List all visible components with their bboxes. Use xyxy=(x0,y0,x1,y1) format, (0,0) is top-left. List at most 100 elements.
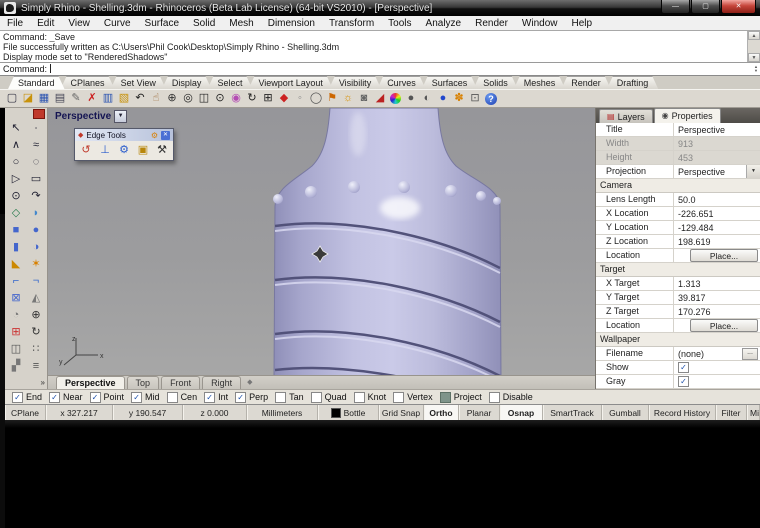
toolbar-tab-viewport-layout[interactable]: Viewport Layout xyxy=(248,76,332,89)
menu-mesh[interactable]: Mesh xyxy=(222,18,260,29)
property-value-x-target[interactable]: 1.313 xyxy=(674,277,760,290)
osnap-checkbox-perp[interactable]: ✓ xyxy=(235,392,246,403)
split-edge-icon[interactable]: ⊥ xyxy=(97,143,113,158)
polygon-icon[interactable]: ▷ xyxy=(7,171,26,188)
new-viewport-tab-icon[interactable]: ◆ xyxy=(243,377,256,389)
solid-sphere-icon[interactable]: ● xyxy=(27,222,46,239)
toolbar-tab-select[interactable]: Select xyxy=(207,76,252,89)
osnap-checkbox-quad[interactable] xyxy=(311,392,322,403)
osnap-checkbox-int[interactable]: ✓ xyxy=(204,392,215,403)
mirror-icon[interactable]: ◫ xyxy=(7,341,26,358)
osnap-checkbox-project[interactable] xyxy=(440,392,451,403)
osnap-near[interactable]: ✓Near xyxy=(49,392,83,403)
rotate-icon[interactable]: ↻ xyxy=(27,324,46,341)
panel-tab-properties[interactable]: ◉Properties xyxy=(654,108,721,123)
toolbar-tab-visibility[interactable]: Visibility xyxy=(329,76,381,89)
osnap-checkbox-vertex[interactable] xyxy=(393,392,404,403)
toggle-ortho[interactable]: Ortho xyxy=(424,405,459,420)
zoom-selected-icon[interactable]: ◉ xyxy=(228,91,244,106)
status-x-327-217[interactable]: x 327.217 xyxy=(46,405,113,420)
viewport-title-label[interactable]: Perspective xyxy=(55,111,111,122)
zoom-dynamic-icon[interactable]: ⊙ xyxy=(212,91,228,106)
place-button[interactable]: Place... xyxy=(690,249,758,262)
circle-center-icon[interactable]: ⊙ xyxy=(7,188,26,205)
close-button[interactable]: ✕ xyxy=(721,0,756,14)
command-input[interactable]: Command: ▲ ▼ xyxy=(0,63,760,77)
property-value-y-location[interactable]: -129.484 xyxy=(674,221,760,234)
viewport-tab-top[interactable]: Top xyxy=(127,376,160,389)
status-cplane[interactable]: CPlane xyxy=(5,405,46,420)
toolbar-tab-surfaces[interactable]: Surfaces xyxy=(422,76,478,89)
help-icon[interactable]: ? xyxy=(485,93,497,105)
rotate-view-icon[interactable]: ↻ xyxy=(244,91,260,106)
join-edges-icon[interactable]: ▣ xyxy=(135,143,151,158)
command-spinner[interactable]: ▲ ▼ xyxy=(754,65,758,73)
more-tools-button[interactable]: » xyxy=(41,378,45,387)
property-value-title[interactable]: Perspective xyxy=(674,123,760,136)
viewport-tab-front[interactable]: Front xyxy=(161,376,200,389)
palette-close-icon[interactable]: ✕ xyxy=(161,131,170,140)
new-file-icon[interactable]: ▢ xyxy=(4,91,20,106)
menu-file[interactable]: File xyxy=(0,18,30,29)
named-view-icon[interactable]: ◆ xyxy=(276,91,292,106)
surface-plane-icon[interactable]: ◇ xyxy=(7,205,26,222)
array-icon[interactable]: ∷ xyxy=(27,341,46,358)
toolbar-tab-meshes[interactable]: Meshes xyxy=(514,76,566,89)
lamp-icon[interactable]: ☼ xyxy=(340,91,356,106)
toolbar-tab-render[interactable]: Render xyxy=(561,76,611,89)
osnap-project[interactable]: Project xyxy=(440,392,482,403)
menu-help[interactable]: Help xyxy=(565,18,600,29)
property-value-y-target[interactable]: 39.817 xyxy=(674,291,760,304)
toolbar-tab-display[interactable]: Display xyxy=(162,76,212,89)
osnap-perp[interactable]: ✓Perp xyxy=(235,392,268,403)
title-bar[interactable]: Simply Rhino - Shelling.3dm - Rhinoceros… xyxy=(0,0,760,16)
viewport-tab-right[interactable]: Right xyxy=(202,376,241,389)
undo-icon[interactable]: ↶ xyxy=(132,91,148,106)
toolbar-tab-set-view[interactable]: Set View xyxy=(111,76,166,89)
split-icon[interactable]: ¬ xyxy=(27,273,46,290)
menu-transform[interactable]: Transform xyxy=(322,18,381,29)
toggle-planar[interactable]: Planar xyxy=(459,405,500,420)
show-edges-icon[interactable]: ↺ xyxy=(78,143,94,158)
menu-dimension[interactable]: Dimension xyxy=(261,18,322,29)
viewport-menu-arrow-icon[interactable]: ▼ xyxy=(114,110,127,123)
osnap-tan[interactable]: Tan xyxy=(275,392,304,403)
osnap-checkbox-disable[interactable] xyxy=(489,392,500,403)
checkbox-gray[interactable]: ✓ xyxy=(678,376,689,387)
render-preview-icon[interactable]: ● xyxy=(403,91,419,106)
boolean-union-icon[interactable]: ⊠ xyxy=(7,290,26,307)
osnap-checkbox-end[interactable]: ✓ xyxy=(12,392,23,403)
export-icon[interactable]: ✎ xyxy=(68,91,84,106)
explode-icon[interactable]: ✶ xyxy=(27,256,46,273)
status-bottle[interactable]: Bottle xyxy=(318,405,379,420)
palette-gear-icon[interactable]: ⚙ xyxy=(151,131,158,140)
viewport-layout-icon[interactable]: ⊞ xyxy=(260,91,276,106)
toolbar-tab-drafting[interactable]: Drafting xyxy=(607,76,659,89)
environment-icon[interactable]: ● xyxy=(435,91,451,106)
menu-edit[interactable]: Edit xyxy=(30,18,61,29)
command-history[interactable]: Command: _SaveFile successfully written … xyxy=(0,31,760,63)
maximize-button[interactable]: ▢ xyxy=(691,0,720,14)
toggle-grid-snap[interactable]: Grid Snap xyxy=(379,405,424,420)
spinner-down-icon[interactable]: ▼ xyxy=(754,69,758,73)
render-preview-window-icon[interactable]: ◐ xyxy=(419,91,435,106)
hatch-icon[interactable]: ▞ xyxy=(7,358,26,375)
toolbar-tab-standard[interactable]: Standard xyxy=(8,76,65,89)
toggle-minutes-from-last-s[interactable]: Minutes from last s... xyxy=(747,405,760,420)
osnap-checkbox-point[interactable]: ✓ xyxy=(90,392,101,403)
set-view-icon[interactable]: ◯ xyxy=(308,91,324,106)
toggle-record-history[interactable]: Record History xyxy=(649,405,716,420)
osnap-cen[interactable]: Cen xyxy=(167,392,198,403)
osnap-checkbox-knot[interactable] xyxy=(354,392,365,403)
minimize-button[interactable]: — xyxy=(661,0,690,14)
walkabout-icon[interactable]: ⚑ xyxy=(324,91,340,106)
osnap-checkbox-tan[interactable] xyxy=(275,392,286,403)
status-millimeters[interactable]: Millimeters xyxy=(247,405,318,420)
scroll-up-icon[interactable]: ▲ xyxy=(748,31,760,40)
fillet-edge-icon[interactable]: ◣ xyxy=(7,256,26,273)
property-value-z-target[interactable]: 170.276 xyxy=(674,305,760,318)
osnap-mid[interactable]: ✓Mid xyxy=(131,392,160,403)
render-icon[interactable]: ◢ xyxy=(372,91,388,106)
pan-view-icon[interactable]: ◦ xyxy=(292,91,308,106)
solid-box-icon[interactable]: ■ xyxy=(7,222,26,239)
